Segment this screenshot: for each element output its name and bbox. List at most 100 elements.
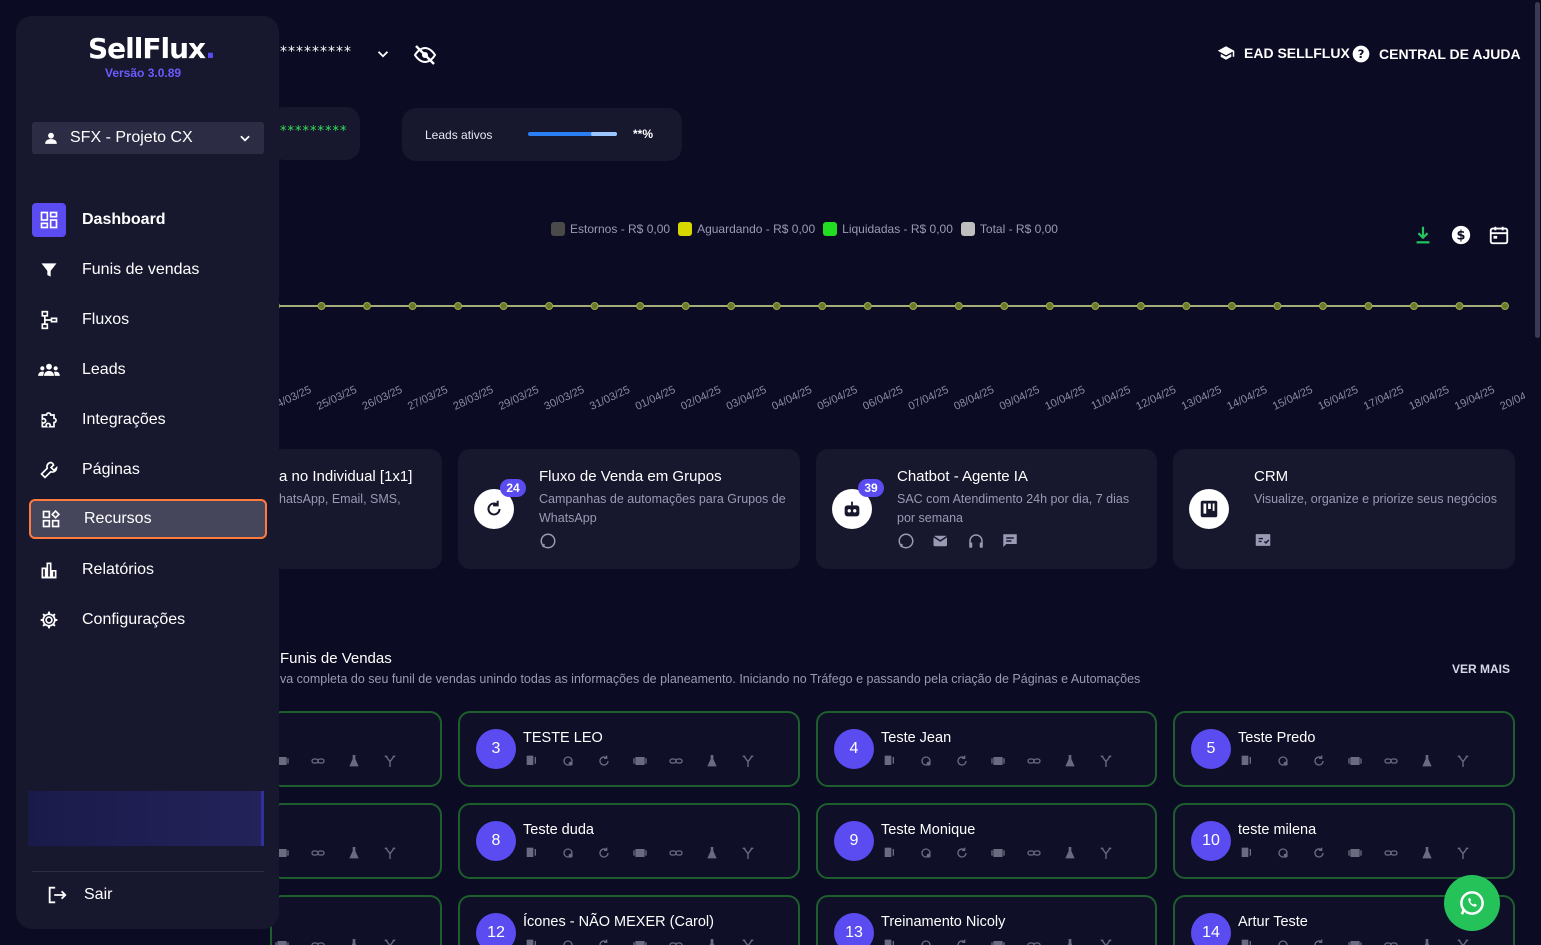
split-icon[interactable] [1454, 753, 1472, 769]
flask-icon[interactable] [345, 845, 363, 861]
settings-cycle-icon[interactable] [917, 753, 935, 769]
chevron-down-icon[interactable] [374, 45, 392, 63]
split-icon[interactable] [739, 937, 757, 945]
data-point[interactable] [954, 302, 963, 310]
video-icon[interactable] [631, 845, 649, 861]
settings-cycle-icon[interactable] [917, 845, 935, 861]
funnel-card[interactable]: 9 Teste Monique [816, 803, 1157, 879]
data-point[interactable] [590, 302, 599, 310]
settings-cycle-icon[interactable] [559, 937, 577, 945]
legend-item[interactable]: Total - R$ 0,00 [960, 222, 1058, 236]
data-point[interactable] [818, 302, 827, 310]
funnel-card[interactable] [270, 711, 442, 787]
download-icon[interactable] [1412, 224, 1434, 246]
link-icon[interactable] [667, 753, 685, 769]
legend-item[interactable]: Liquidadas - R$ 0,00 [823, 222, 953, 236]
data-point[interactable] [1000, 302, 1009, 310]
resource-card-individual[interactable]: a no Individual [1x1] hatsApp, Email, SM… [270, 449, 442, 569]
funnel-card[interactable]: 4 Teste Jean [816, 711, 1157, 787]
data-point[interactable] [1409, 302, 1418, 310]
page-icon[interactable] [881, 753, 899, 769]
split-icon[interactable] [739, 753, 757, 769]
flask-icon[interactable] [345, 753, 363, 769]
data-point[interactable] [772, 302, 781, 310]
funnel-card[interactable] [270, 803, 442, 879]
data-point[interactable] [727, 302, 736, 310]
refresh-icon[interactable] [953, 937, 971, 945]
data-point[interactable] [681, 302, 690, 310]
page-icon[interactable] [1238, 845, 1256, 861]
link-icon[interactable] [1025, 937, 1043, 945]
video-icon[interactable] [1346, 937, 1364, 945]
video-icon[interactable] [631, 753, 649, 769]
refresh-icon[interactable] [595, 937, 613, 945]
video-icon[interactable] [1346, 845, 1364, 861]
funnel-card[interactable]: 11 [270, 895, 442, 945]
funnel-card[interactable]: 5 Teste Predo [1173, 711, 1515, 787]
split-icon[interactable] [739, 845, 757, 861]
resource-card-crm[interactable]: CRM Visualize, organize e priorize seus … [1173, 449, 1515, 569]
flask-icon[interactable] [1061, 753, 1079, 769]
settings-cycle-icon[interactable] [559, 753, 577, 769]
refresh-icon[interactable] [595, 845, 613, 861]
link-icon[interactable] [1025, 845, 1043, 861]
data-point[interactable] [317, 302, 326, 310]
video-icon[interactable] [1346, 753, 1364, 769]
nav-item-pages[interactable]: Páginas [32, 452, 264, 488]
legend-item[interactable]: Aguardando - R$ 0,00 [678, 222, 815, 236]
link-icon[interactable] [1382, 937, 1400, 945]
data-point[interactable] [363, 302, 372, 310]
video-icon[interactable] [989, 753, 1007, 769]
split-icon[interactable] [381, 937, 399, 945]
flask-icon[interactable] [345, 937, 363, 945]
data-point[interactable] [1182, 302, 1191, 310]
video-icon[interactable] [989, 937, 1007, 945]
video-icon[interactable] [989, 845, 1007, 861]
data-point[interactable] [1136, 302, 1145, 310]
funnel-card[interactable]: 8 Teste duda [458, 803, 800, 879]
funnel-card[interactable]: 3 TESTE LEO [458, 711, 800, 787]
nav-item-resources[interactable]: Recursos [29, 499, 267, 539]
settings-cycle-icon[interactable] [1274, 937, 1292, 945]
page-icon[interactable] [523, 845, 541, 861]
data-point[interactable] [408, 302, 417, 310]
settings-cycle-icon[interactable] [1274, 845, 1292, 861]
data-point[interactable] [1273, 302, 1282, 310]
refresh-icon[interactable] [1310, 753, 1328, 769]
split-icon[interactable] [1097, 753, 1115, 769]
data-point[interactable] [1091, 302, 1100, 310]
split-icon[interactable] [1097, 937, 1115, 945]
page-icon[interactable] [881, 937, 899, 945]
nav-item-settings[interactable]: Configurações [32, 602, 264, 638]
split-icon[interactable] [381, 753, 399, 769]
see-more-link[interactable]: VER MAIS [1452, 662, 1510, 676]
flask-icon[interactable] [703, 753, 721, 769]
link-icon[interactable] [667, 937, 685, 945]
funnel-card[interactable]: 12 Ícones - NÃO MEXER (Carol) [458, 895, 800, 945]
dollar-icon[interactable]: $ [1450, 224, 1472, 246]
data-point[interactable] [636, 302, 645, 310]
promo-banner[interactable] [28, 791, 264, 846]
split-icon[interactable] [381, 845, 399, 861]
page-icon[interactable] [1238, 937, 1256, 945]
calendar-icon[interactable] [1488, 224, 1510, 246]
link-icon[interactable] [1025, 753, 1043, 769]
funnel-card[interactable]: 10 teste milena [1173, 803, 1515, 879]
page-icon[interactable] [1238, 753, 1256, 769]
link-icon[interactable] [1382, 845, 1400, 861]
funnel-card[interactable]: 13 Treinamento Nicoly [816, 895, 1157, 945]
data-point[interactable] [545, 302, 554, 310]
data-point[interactable] [1501, 302, 1509, 310]
refresh-icon[interactable] [595, 753, 613, 769]
video-icon[interactable] [631, 937, 649, 945]
whatsapp-float-button[interactable] [1444, 875, 1500, 931]
data-point[interactable] [1227, 302, 1236, 310]
project-select[interactable]: SFX - Projeto CX [32, 122, 264, 154]
page-icon[interactable] [523, 753, 541, 769]
refresh-icon[interactable] [1310, 845, 1328, 861]
logout-button[interactable]: Sair [46, 884, 112, 906]
refresh-icon[interactable] [953, 845, 971, 861]
data-point[interactable] [454, 302, 463, 310]
flask-icon[interactable] [1418, 845, 1436, 861]
data-point[interactable] [1364, 302, 1373, 310]
